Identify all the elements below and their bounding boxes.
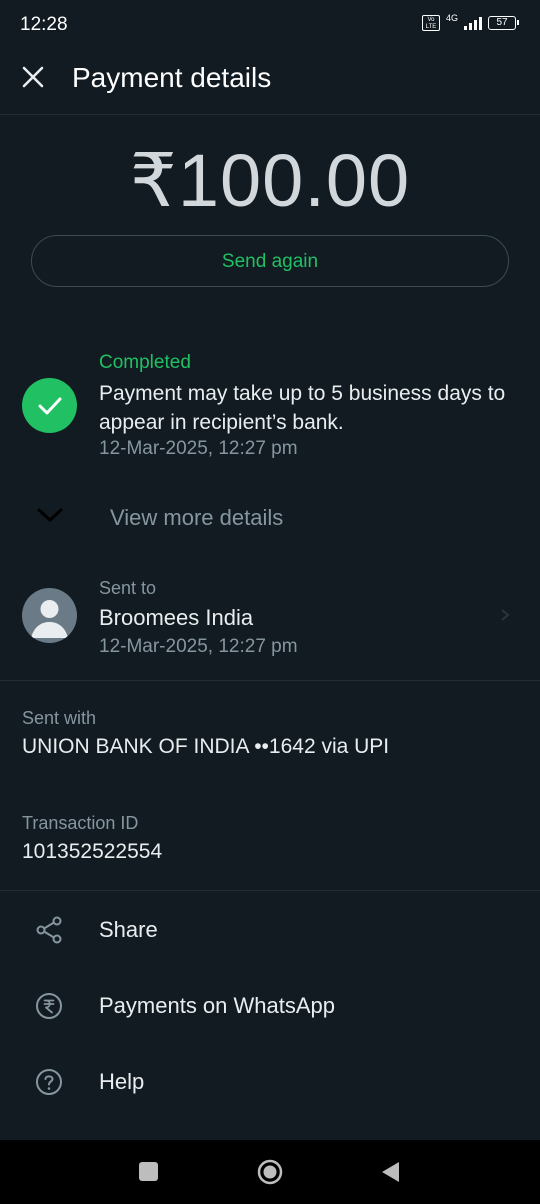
view-more-label: View more details xyxy=(110,505,284,530)
transaction-id-label: Transaction ID xyxy=(22,813,139,833)
recipient-divider xyxy=(0,680,540,681)
status-state: Completed xyxy=(99,352,191,373)
signal-icon xyxy=(464,16,482,30)
home-button[interactable] xyxy=(257,1159,283,1185)
view-more-details[interactable]: View more details xyxy=(0,495,540,545)
payments-on-whatsapp-label: Payments on WhatsApp xyxy=(99,993,336,1018)
details-divider xyxy=(0,890,540,891)
help-icon xyxy=(36,1069,62,1095)
header-divider xyxy=(0,114,540,115)
system-nav-bar xyxy=(0,1140,540,1204)
recent-apps-button[interactable] xyxy=(139,1162,158,1181)
network-type: 4G xyxy=(445,13,458,23)
status-timestamp: 12-Mar-2025, 12:27 pm xyxy=(99,438,298,459)
page-title: Payment details xyxy=(72,62,272,93)
close-icon[interactable] xyxy=(20,64,46,90)
volte-icon: Vo LTE xyxy=(421,15,440,31)
share-icon xyxy=(36,916,62,944)
share-button[interactable]: Share xyxy=(0,900,540,960)
status-time: 12:28 xyxy=(20,14,68,35)
payments-on-whatsapp-button[interactable]: Payments on WhatsApp xyxy=(0,976,540,1036)
chevron-right-icon xyxy=(501,609,510,621)
sent-to-label: Sent to xyxy=(99,578,157,598)
status-bar: 12:28 Vo LTE 4G 57 xyxy=(0,0,540,48)
sent-with-value: UNION BANK OF INDIA ••1642 via UPI xyxy=(22,735,390,758)
send-again-button[interactable]: Send again xyxy=(31,235,509,287)
recipient-row[interactable]: Sent to Broomees India 12-Mar-2025, 12:2… xyxy=(0,572,540,672)
transaction-id-value: 101352522554 xyxy=(22,840,163,863)
check-icon xyxy=(22,378,77,433)
chevron-down-icon xyxy=(37,508,63,522)
status-message: Payment may take up to 5 business days t… xyxy=(99,382,506,434)
payment-amount: ₹100.00 xyxy=(129,139,411,222)
help-label: Help xyxy=(99,1069,145,1094)
help-button[interactable]: Help xyxy=(0,1052,540,1112)
avatar-icon xyxy=(22,588,77,643)
share-label: Share xyxy=(99,917,158,942)
app-header: Payment details xyxy=(0,50,540,110)
recipient-timestamp: 12-Mar-2025, 12:27 pm xyxy=(99,636,298,657)
battery-icon: 57 xyxy=(488,16,519,30)
back-button[interactable] xyxy=(380,1160,400,1184)
rupee-icon xyxy=(36,993,62,1019)
status-icons: Vo LTE 4G 57 xyxy=(421,13,519,31)
sent-with-label: Sent with xyxy=(22,708,97,728)
recipient-name: Broomees India xyxy=(99,605,254,630)
